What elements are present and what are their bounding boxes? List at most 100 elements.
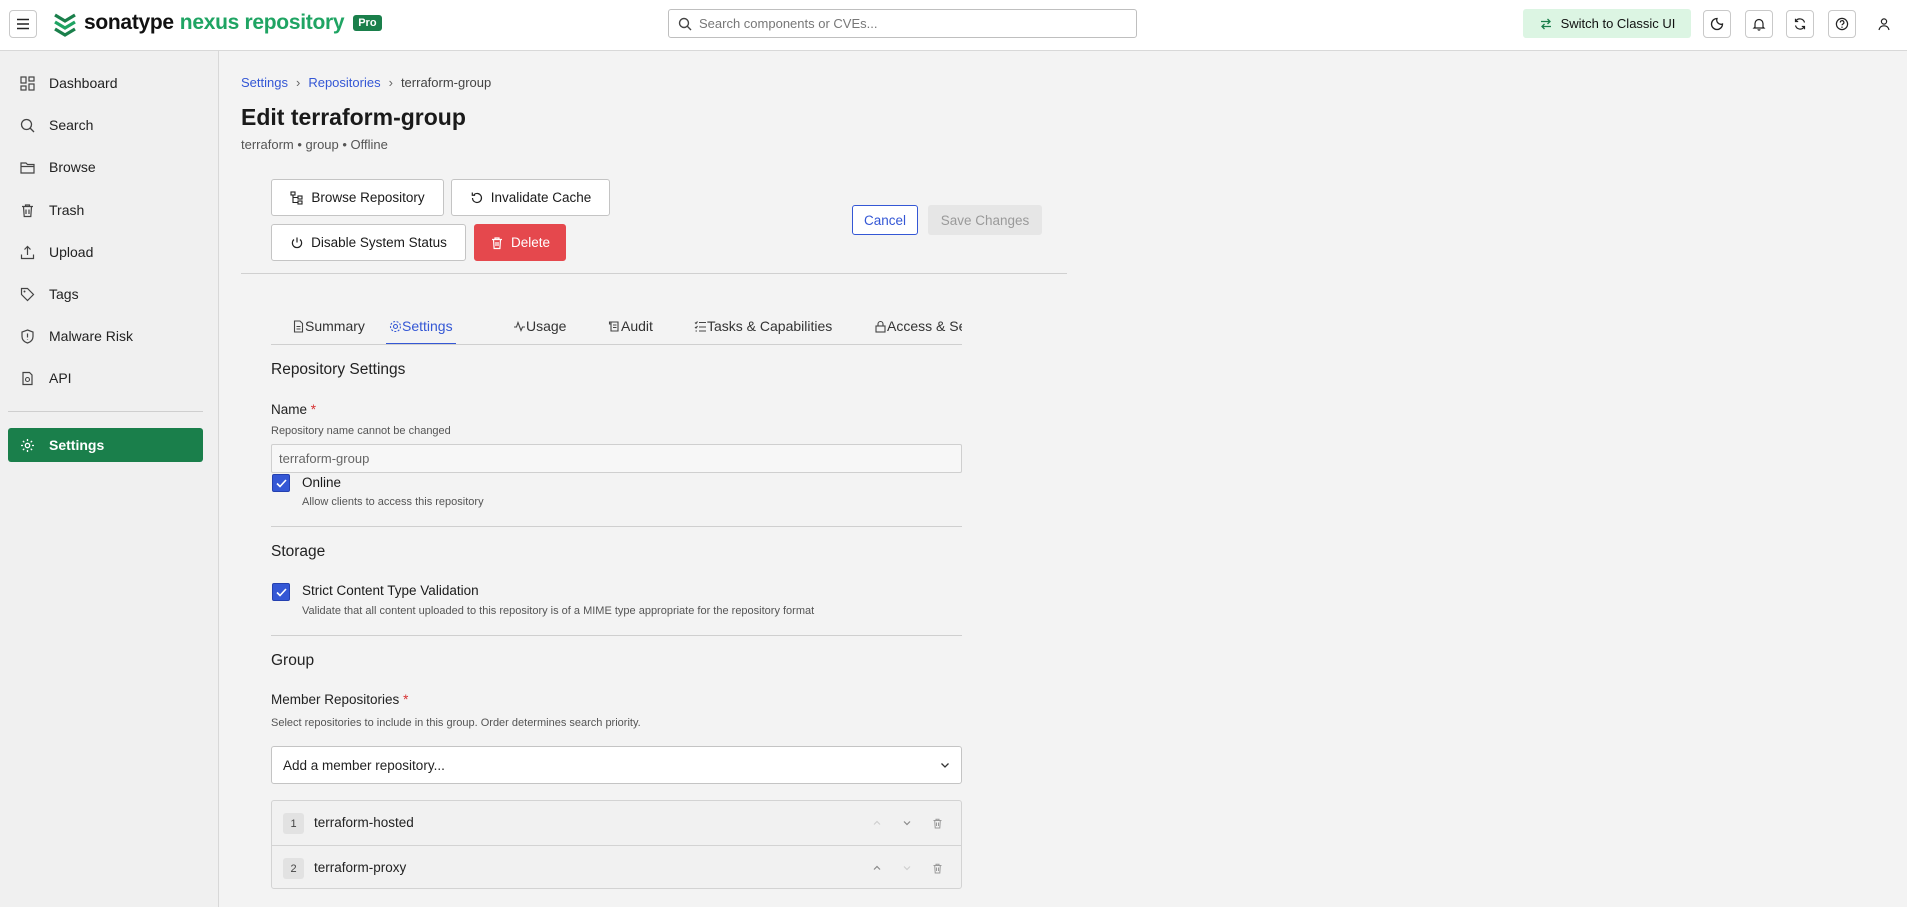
global-search[interactable] xyxy=(668,9,1137,38)
logo-product-text: nexus repository xyxy=(179,11,345,34)
sidebar-item-settings[interactable]: Settings xyxy=(8,428,203,462)
sidebar-item-label: Malware Risk xyxy=(49,328,134,344)
user-icon xyxy=(1878,18,1890,31)
delete-button[interactable]: Delete xyxy=(474,224,566,261)
tab-settings[interactable]: Settings xyxy=(386,307,456,344)
sonatype-logo[interactable]: sonatype nexus repository Pro xyxy=(52,9,382,37)
invalidate-cache-button[interactable]: Invalidate Cache xyxy=(451,179,610,216)
sidebar-item-label: Dashboard xyxy=(49,75,118,91)
list-item[interactable]: 2 terraform-proxy xyxy=(272,845,961,889)
tab-usage[interactable]: Usage xyxy=(513,307,567,344)
tab-label: Settings xyxy=(402,318,453,334)
tree-icon xyxy=(290,190,303,205)
tab-access-security[interactable]: Access & Security xyxy=(874,307,962,344)
remove-member-button[interactable] xyxy=(930,816,944,830)
chevron-down-icon xyxy=(903,866,911,871)
hamburger-menu-button[interactable] xyxy=(9,10,37,38)
sidebar-item-label: Settings xyxy=(49,437,105,453)
breadcrumb-settings-link[interactable]: Settings xyxy=(241,75,288,90)
sidebar-item-label: Search xyxy=(49,117,94,133)
member-index: 2 xyxy=(283,858,304,879)
help-button[interactable] xyxy=(1828,10,1856,38)
name-input[interactable]: terraform-group xyxy=(271,444,962,473)
tab-audit[interactable]: Audit xyxy=(608,307,653,344)
divider xyxy=(241,273,1067,274)
tab-label: Usage xyxy=(526,318,567,334)
storage-heading: Storage xyxy=(271,543,326,560)
power-icon xyxy=(291,237,303,248)
sidebar-item-label: API xyxy=(49,370,72,386)
chevron-down-icon xyxy=(903,821,911,826)
switch-classic-ui-button[interactable]: Switch to Classic UI xyxy=(1523,9,1691,38)
switch-arrows-icon xyxy=(1540,18,1551,29)
sidebar-item-tags[interactable]: Tags xyxy=(8,277,203,311)
notifications-button[interactable] xyxy=(1745,10,1773,38)
chevron-up-icon xyxy=(873,820,881,825)
check-icon xyxy=(275,587,287,597)
trash-icon xyxy=(933,818,941,828)
sidebar-item-trash[interactable]: Trash xyxy=(8,193,203,227)
trash-icon xyxy=(933,863,941,873)
search-icon xyxy=(20,118,35,132)
breadcrumb-current: terraform-group xyxy=(400,75,492,90)
tab-label: Access & Security xyxy=(887,318,962,334)
check-icon xyxy=(275,478,287,488)
member-name: terraform-hosted xyxy=(314,815,414,830)
breadcrumb: Settings › Repositories › terraform-grou… xyxy=(241,75,491,90)
remove-member-button[interactable] xyxy=(930,861,944,875)
online-help-text: Allow clients to access this repository xyxy=(302,496,484,508)
sidebar-item-browse[interactable]: Browse xyxy=(8,150,203,184)
top-header: sonatype nexus repository Pro Switch to … xyxy=(0,0,1907,51)
move-down-button[interactable] xyxy=(900,861,914,875)
chevron-down-icon xyxy=(941,763,949,768)
switch-classic-ui-label: Switch to Classic UI xyxy=(1560,16,1676,31)
online-checkbox[interactable] xyxy=(272,474,290,492)
hamburger-icon xyxy=(17,18,29,30)
tab-summary[interactable]: Summary xyxy=(292,307,365,344)
required-asterisk: * xyxy=(403,692,409,707)
repository-settings-heading: Repository Settings xyxy=(271,361,406,378)
sidebar-item-upload[interactable]: Upload xyxy=(8,235,203,269)
rotate-ccw-icon xyxy=(471,192,482,203)
refresh-button[interactable] xyxy=(1786,10,1814,38)
member-repositories-label: Member Repositories * xyxy=(271,692,408,707)
list-check-icon xyxy=(694,320,706,332)
disable-system-status-button[interactable]: Disable System Status xyxy=(271,224,466,261)
move-up-button[interactable] xyxy=(870,861,884,875)
global-search-input[interactable] xyxy=(699,16,1119,31)
help-icon xyxy=(1835,17,1849,31)
sonatype-logo-icon xyxy=(54,13,76,37)
sidebar-item-label: Trash xyxy=(49,202,85,218)
cancel-button[interactable]: Cancel xyxy=(852,205,918,235)
add-member-repository-select[interactable]: Add a member repository... xyxy=(271,746,962,784)
theme-toggle-button[interactable] xyxy=(1703,10,1731,38)
scroll-icon xyxy=(608,320,619,332)
strict-content-validation-checkbox[interactable] xyxy=(272,583,290,601)
delete-label: Delete xyxy=(510,235,551,250)
tag-icon xyxy=(20,287,35,301)
list-item[interactable]: 1 terraform-hosted xyxy=(272,801,961,845)
breadcrumb-repositories-link[interactable]: Repositories xyxy=(308,75,380,90)
sidebar-divider xyxy=(8,411,203,412)
tab-tasks-capabilities[interactable]: Tasks & Capabilities xyxy=(694,307,832,344)
sidebar-item-malware-risk[interactable]: Malware Risk xyxy=(8,319,203,353)
browse-repository-button[interactable]: Browse Repository xyxy=(271,179,444,216)
sidebar-item-label: Tags xyxy=(49,286,79,302)
chevron-right-icon: › xyxy=(388,75,393,90)
moon-icon xyxy=(1710,17,1724,31)
member-name: terraform-proxy xyxy=(314,860,407,875)
save-changes-button[interactable]: Save Changes xyxy=(928,205,1042,235)
gear-icon xyxy=(389,320,402,332)
user-account-button[interactable] xyxy=(1872,12,1896,36)
gear-icon xyxy=(21,438,34,452)
document-icon xyxy=(293,319,304,333)
move-down-button[interactable] xyxy=(900,816,914,830)
sidebar-item-search[interactable]: Search xyxy=(8,108,203,142)
disable-system-status-label: Disable System Status xyxy=(311,235,447,250)
sidebar-item-dashboard[interactable]: Dashboard xyxy=(8,66,203,100)
group-heading: Group xyxy=(271,652,315,669)
member-repository-list: 1 terraform-hosted 2 terraform-proxy xyxy=(271,800,962,889)
move-up-button[interactable] xyxy=(870,816,884,830)
logo-brand-text: sonatype xyxy=(84,11,174,34)
sidebar-item-api[interactable]: API xyxy=(8,361,203,395)
